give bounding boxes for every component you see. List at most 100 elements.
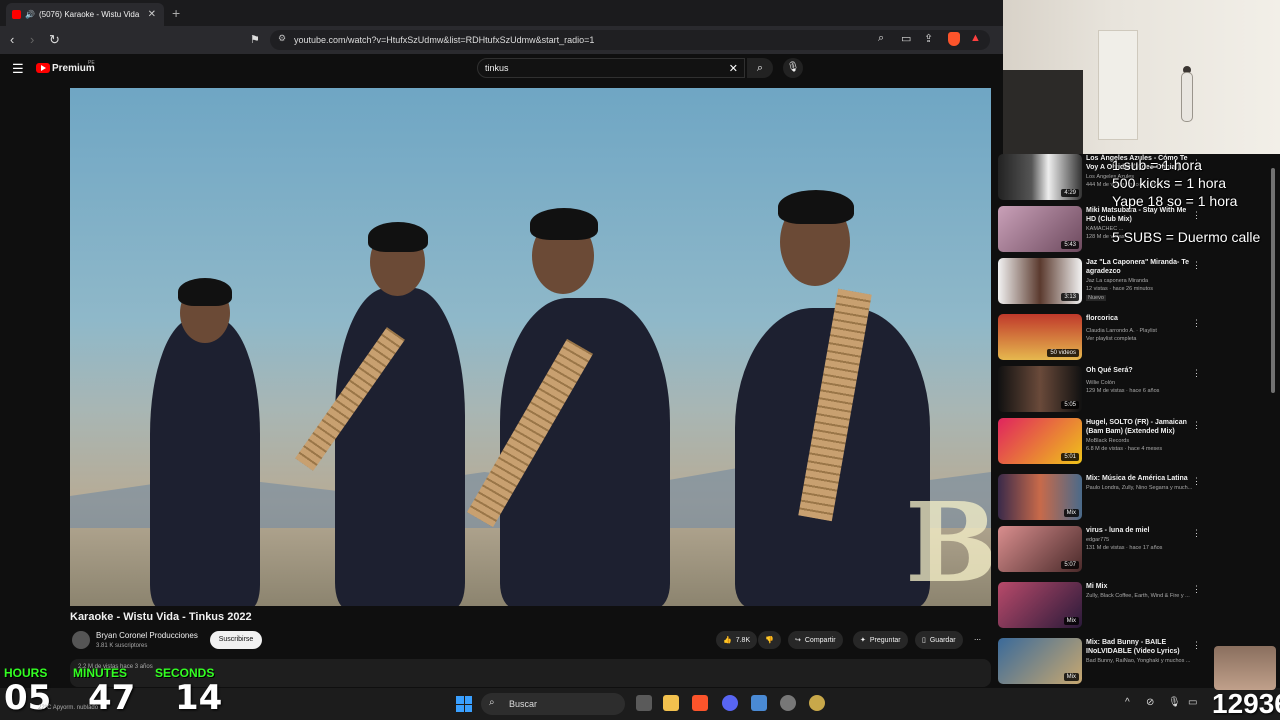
sidebar-scrollbar[interactable] (1271, 168, 1275, 393)
more-options-icon[interactable]: ⋮ (1192, 420, 1201, 431)
voice-search-button[interactable]: 🎙 (783, 58, 803, 78)
tray-chevron-icon[interactable]: ^ (1125, 697, 1130, 708)
performer-hair (178, 278, 232, 306)
close-tab-icon[interactable]: ✕ (148, 9, 156, 20)
more-options-icon[interactable]: ⋮ (1192, 476, 1201, 487)
video-thumbnail[interactable]: 5:05 (998, 366, 1082, 412)
video-thumbnail[interactable]: 50 videos (998, 314, 1082, 360)
video-title[interactable]: Oh Qué Será? (1086, 366, 1198, 375)
brave-shields-icon[interactable] (948, 32, 960, 46)
video-title[interactable]: Mix: Música de América Latina (1086, 474, 1198, 483)
search-input[interactable]: tinkus ✕ (477, 58, 745, 78)
windows-start-icon[interactable] (456, 696, 472, 712)
brave-rewards-icon[interactable]: ▲ (970, 32, 981, 44)
timer-minutes: 47 (88, 678, 136, 718)
subscribe-button[interactable]: Suscribirse (210, 631, 262, 649)
video-title[interactable]: Jaz "La Caponera" Miranda- Te agradezco (1086, 258, 1198, 276)
bookmark-save-icon: ▯ (922, 637, 926, 644)
network-icon[interactable]: ⊘ (1146, 697, 1154, 708)
more-actions-button[interactable]: ⋯ (970, 631, 985, 649)
task-view-icon[interactable] (636, 695, 652, 711)
list-item[interactable]: 50 videos florcorica Claudia Larrondo A.… (998, 314, 1208, 366)
search-button[interactable]: ⌕ (747, 58, 773, 78)
app-icon[interactable] (809, 695, 825, 711)
video-title[interactable]: Hugel, SOLTO (FR) - Jamaican (Bam Bam) (… (1086, 418, 1198, 436)
discord-icon[interactable] (722, 695, 738, 711)
forward-icon[interactable]: › (30, 32, 34, 47)
more-options-icon[interactable]: ⋮ (1192, 260, 1201, 271)
brave-browser-icon[interactable] (692, 695, 708, 711)
like-button[interactable]: 👍 7.8K (716, 631, 758, 649)
channel-name[interactable]: Jaz La caponera Miranda (1086, 278, 1198, 284)
video-title: Karaoke - Wistu Vida - Tinkus 2022 (70, 611, 252, 623)
list-item[interactable]: 5:07 virus - luna de miel edgar775 131 M… (998, 526, 1208, 578)
weather-widget[interactable]: 22°C Apyorm. nublado (38, 705, 98, 711)
video-player[interactable]: B (70, 88, 991, 606)
more-options-icon[interactable]: ⋮ (1192, 584, 1201, 595)
channel-name[interactable]: Willie Colón (1086, 380, 1198, 386)
search-icon: ⌕ (489, 697, 495, 708)
channel-name[interactable]: MoBlack Records (1086, 438, 1198, 444)
dislike-button[interactable]: 👎 (758, 631, 781, 649)
list-item[interactable]: 5:05 Oh Qué Será? Willie Colón 129 M de … (998, 366, 1208, 418)
youtube-logo-icon[interactable] (36, 63, 50, 73)
video-thumbnail[interactable]: Mix (998, 474, 1082, 520)
list-item[interactable]: 3:13 Jaz "La Caponera" Miranda- Te agrad… (998, 258, 1208, 310)
video-title[interactable]: virus - luna de miel (1086, 526, 1198, 535)
cast-icon[interactable]: ▭ (901, 32, 911, 45)
counter-overlay: 12936 (1212, 688, 1280, 719)
video-thumbnail[interactable]: 5:43 (998, 206, 1082, 252)
ask-label: Preguntar (869, 636, 901, 644)
list-item[interactable]: 5:01 Hugel, SOLTO (FR) - Jamaican (Bam B… (998, 418, 1208, 470)
channel-name[interactable]: edgar775 (1086, 537, 1198, 543)
search-icon: ⌕ (756, 62, 764, 74)
youtube-favicon-icon (12, 10, 21, 19)
audio-icon: 🔊 (25, 10, 35, 19)
channel-avatar[interactable] (72, 631, 90, 649)
channel-name[interactable]: Claudia Larrondo A. · Playlist (1086, 328, 1198, 334)
video-thumbnail[interactable]: 5:07 (998, 526, 1082, 572)
video-thumbnail[interactable]: Mix (998, 638, 1082, 684)
new-tab-button[interactable]: + (172, 5, 180, 21)
channel-name[interactable]: Paulo Londra, Zully, Nino Segarra y much… (1086, 485, 1198, 491)
list-item[interactable]: Mix Mix: Música de América Latina Paulo … (998, 474, 1208, 526)
channel-name[interactable]: Bryan Coronel Producciones (96, 631, 198, 640)
share-arrow-icon: ↪ (795, 637, 801, 644)
video-title[interactable]: florcorica (1086, 314, 1198, 323)
video-title[interactable]: Mi Mix (1086, 582, 1198, 591)
ask-button[interactable]: ✦ Preguntar (853, 631, 908, 649)
more-options-icon[interactable]: ⋮ (1192, 210, 1201, 221)
channel-name[interactable]: Zully, Black Coffee, Earth, Wind & Fire … (1086, 593, 1198, 599)
hamburger-menu-icon[interactable]: ☰ (12, 61, 24, 77)
more-options-icon[interactable]: ⋮ (1192, 640, 1201, 651)
screen: 🔊 (5076) Karaoke - Wistu Vida ✕ + ‹ › ↻ … (0, 0, 1280, 720)
more-options-icon[interactable]: ⋮ (1192, 368, 1201, 379)
file-explorer-icon[interactable] (663, 695, 679, 711)
browser-tab[interactable]: 🔊 (5076) Karaoke - Wistu Vida ✕ (6, 3, 164, 26)
taskbar-search[interactable]: ⌕ Buscar (481, 693, 625, 715)
back-icon[interactable]: ‹ (10, 32, 14, 47)
video-thumbnail[interactable]: 3:13 (998, 258, 1082, 304)
notepad-icon[interactable] (751, 695, 767, 711)
zoom-icon[interactable]: ⌕ (878, 32, 884, 45)
site-settings-icon[interactable]: ⚙ (278, 33, 286, 44)
channel-name[interactable]: Bad Bunny, RaiNao, Yonghaki y muchos ... (1086, 658, 1198, 664)
reload-icon[interactable]: ↻ (49, 32, 60, 48)
list-item[interactable]: Mix Mi Mix Zully, Black Coffee, Earth, W… (998, 582, 1208, 634)
microphone-tray-icon[interactable]: 🎙 (1168, 697, 1181, 708)
share-button[interactable]: ↪ Compartir (788, 631, 843, 649)
bookmark-icon[interactable]: ⚑ (250, 33, 260, 46)
more-options-icon[interactable]: ⋮ (1192, 318, 1201, 329)
more-options-icon[interactable]: ⋮ (1192, 528, 1201, 539)
video-thumbnail[interactable]: 4:29 (998, 154, 1082, 200)
save-button[interactable]: ▯ Guardar (915, 631, 963, 649)
video-thumbnail[interactable]: 5:01 (998, 418, 1082, 464)
video-thumbnail[interactable]: Mix (998, 582, 1082, 628)
display-icon[interactable]: ▭ (1188, 697, 1197, 708)
list-item[interactable]: Mix Mix: Bad Bunny - BAILE INoLVIDABLE (… (998, 638, 1208, 690)
playlist-link[interactable]: Ver playlist completa (1086, 336, 1136, 342)
clear-search-icon[interactable]: ✕ (729, 62, 738, 75)
obs-icon[interactable] (780, 695, 796, 711)
video-title[interactable]: Mix: Bad Bunny - BAILE INoLVIDABLE (Vide… (1086, 638, 1198, 656)
share-icon[interactable]: ⇪ (924, 32, 933, 45)
